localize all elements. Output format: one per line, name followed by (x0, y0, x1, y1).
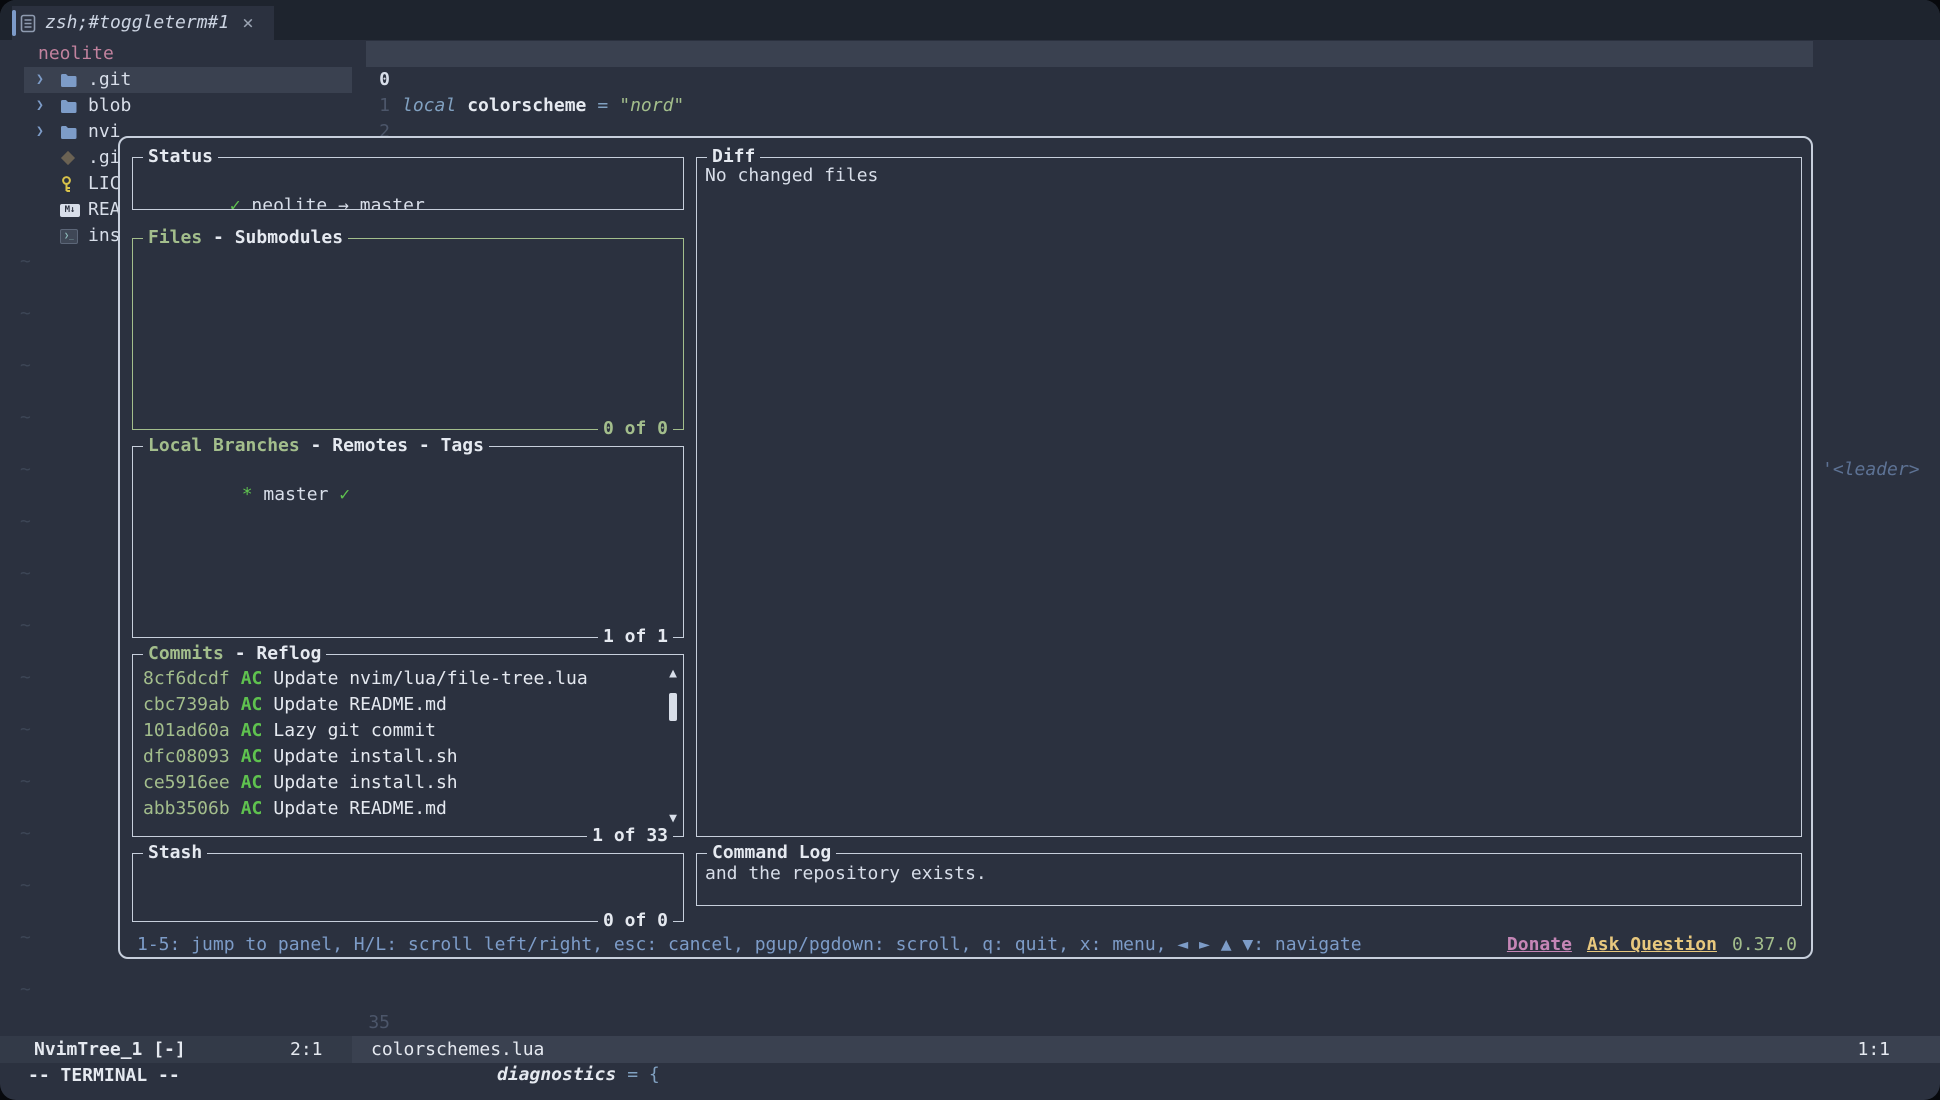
files-count: 0 of 0 (598, 416, 673, 442)
panel-commits[interactable]: Commits - Reflog 8cf6dcdfACUpdate nvim/l… (132, 654, 684, 837)
panel-command-log[interactable]: Command Log and the repository exists. (696, 853, 1802, 906)
code-line-0: 0 localcolorscheme="nord" (0, 41, 1940, 67)
code-line-35: 35 -- Plugins Config -- (0, 984, 1940, 1010)
panel-branches[interactable]: Local Branches - Remotes - Tags * master… (132, 446, 684, 638)
panel-files[interactable]: Files - Submodules 0 of 0 (132, 238, 684, 430)
lazygit-bottom-bar: 1-5: jump to panel, H/L: scroll left/rig… (137, 932, 1797, 958)
statusline-tree-position: 2:1 (290, 1036, 323, 1063)
sidebar-item-label: ins (88, 223, 121, 249)
check-icon: ✓ (230, 195, 241, 209)
ask-question-link[interactable]: Ask Question (1587, 932, 1717, 958)
statusline-cursor-position: 1:1 (1857, 1036, 1890, 1063)
status-branch-text: neolite → master (251, 195, 424, 209)
commits-count: 1 of 33 (587, 823, 673, 849)
right-split-code-fragment: '<leader> (1822, 457, 1920, 483)
commits-scrollbar[interactable]: ▲ ▼ (666, 661, 680, 830)
code-line-2: 2 ifcolorscheme=="onedark"then (0, 93, 1940, 119)
command-log-content: and the repository exists. (705, 863, 987, 884)
mode-indicator: -- TERMINAL -- (28, 1063, 180, 1089)
current-branch-star: * (242, 484, 253, 505)
active-tab-indicator (12, 10, 16, 36)
sidebar-item-label: REA (88, 197, 121, 223)
commit-row[interactable]: abb3506bACUpdate README.md (143, 796, 673, 822)
commit-row[interactable]: dfc08093ACUpdate install.sh (143, 744, 673, 770)
commit-row[interactable]: 8cf6dcdfACUpdate nvim/lua/file-tree.lua (143, 666, 673, 692)
commit-row[interactable]: 101ad60aACLazy git commit (143, 718, 673, 744)
tabline: zsh;#toggleterm#1 × (0, 0, 1940, 40)
scroll-up-icon[interactable]: ▲ (666, 667, 680, 681)
tab-toggleterm[interactable]: zsh;#toggleterm#1 × (12, 6, 274, 40)
code-line-36: 36 diagnostics= { (0, 1010, 1940, 1036)
keybinding-hints: 1-5: jump to panel, H/L: scroll left/rig… (137, 932, 1362, 958)
statusline-filename: colorschemes.lua (371, 1036, 544, 1063)
branches-count: 1 of 1 (598, 624, 673, 650)
tab-title: zsh;#toggleterm#1 (45, 10, 229, 36)
terminal-window: zsh;#toggleterm#1 × neolite ❯ .git ❯ blo… (0, 0, 1940, 1100)
commit-row[interactable]: ce5916eeACUpdate install.sh (143, 770, 673, 796)
diff-content: No changed files (705, 165, 878, 186)
donate-link[interactable]: Donate (1507, 932, 1572, 958)
branch-name: master (263, 484, 328, 505)
lazygit-float-window: Status ✓ neolite → master Files - Submod… (118, 136, 1813, 959)
statusline: NvimTree_1 [-] 2:1 colorschemes.lua 1:1 (0, 1036, 1940, 1063)
file-icon (20, 14, 36, 33)
stash-count: 0 of 0 (598, 908, 673, 934)
panel-diff[interactable]: Diff No changed files (696, 157, 1802, 837)
check-icon: ✓ (339, 484, 350, 505)
commit-row[interactable]: cbc739abACUpdate README.md (143, 692, 673, 718)
lazygit-version: 0.37.0 (1732, 932, 1797, 958)
sidebar-item-label: LIC (88, 171, 121, 197)
panel-status[interactable]: Status ✓ neolite → master (132, 157, 684, 210)
scrollbar-thumb[interactable] (669, 693, 677, 721)
empty-buffer-tildes: ~~~ ~~~ ~~~ ~~~ ~~~ (20, 249, 31, 1029)
panel-stash-title: Stash (143, 840, 207, 866)
branch-row[interactable]: * master ✓ (133, 447, 683, 637)
markdown-icon: M↓ (60, 204, 88, 217)
gitignore-icon (60, 153, 88, 163)
statusline-buffer-name: NvimTree_1 [-] (34, 1036, 186, 1063)
panel-stash[interactable]: Stash 0 of 0 (132, 853, 684, 922)
tab-close-icon[interactable]: × (242, 10, 253, 36)
key-icon (60, 176, 88, 192)
terminal-script-icon: ❯_ (60, 229, 88, 244)
code-line-1: 1 (0, 67, 1940, 93)
sidebar-item-label: .gi (88, 145, 121, 171)
panel-files-title: Files - Submodules (143, 225, 348, 251)
